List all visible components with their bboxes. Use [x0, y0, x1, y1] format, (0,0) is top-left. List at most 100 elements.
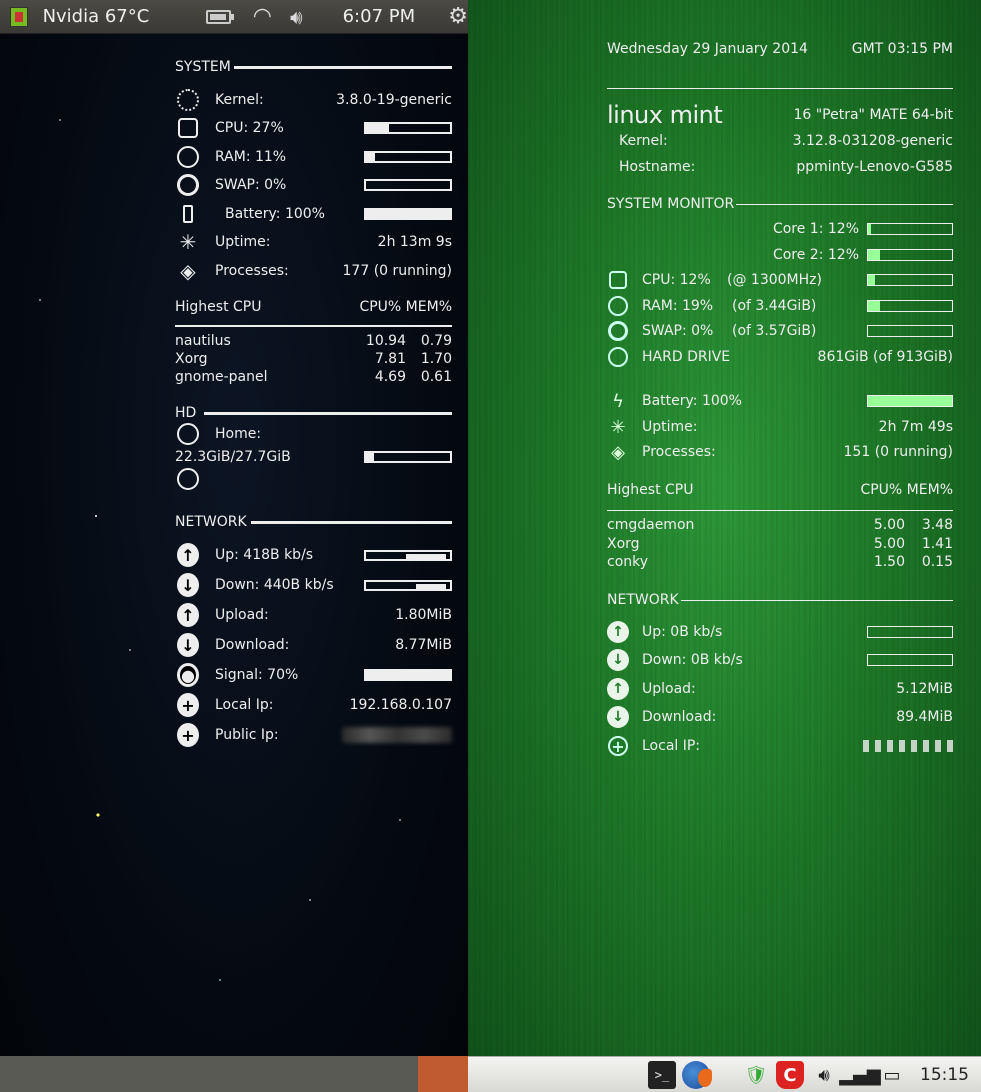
uptime-label: Uptime: [215, 234, 271, 250]
network-heading: NETWORK [175, 514, 247, 530]
swap-label: SWAP: 0% [642, 323, 714, 339]
cpu-label: CPU: 12% [642, 272, 711, 288]
sysmon-section-header: SYSTEM MONITOR [607, 195, 953, 213]
workspace-switcher[interactable] [418, 1056, 468, 1092]
ubuntu-top-panel: Nvidia 67°C ◠ 🔊︎ 6:07 PM ⚙ [0, 0, 468, 34]
process-mem: 0.15 [921, 554, 953, 570]
firefox-icon[interactable] [682, 1061, 712, 1089]
battery-bar [364, 208, 452, 220]
battery-label: Battery: 100% [642, 393, 742, 409]
processes-value: 151 (0 running) [843, 444, 953, 460]
gear-icon[interactable]: ⚙ [448, 4, 468, 29]
swap-icon [607, 320, 629, 342]
home-label: Home: [215, 426, 262, 442]
download-value: 89.4MiB [896, 709, 953, 725]
disk-icon [177, 423, 199, 445]
process-cpu: 4.69 [374, 369, 406, 385]
mint-bottom-panel: >_ 🛡︎ C 🔊︎ ▂▄▆ ▭ 15:15 [468, 1056, 981, 1092]
up-label: Up: 418B kb/s [215, 547, 314, 563]
cpu-row: CPU: 12% (@ 1300MHz) [607, 269, 953, 291]
ram-icon [177, 146, 199, 168]
localip-value: 192.168.0.107 [349, 697, 452, 713]
highest-cpu-header: Highest CPU CPU% MEM% [607, 479, 953, 501]
divider [607, 510, 953, 511]
processes-row: ◈ Processes: 177 (0 running) [175, 259, 452, 283]
upspeed-graph [867, 626, 953, 638]
system-heading: SYSTEM [175, 59, 231, 75]
cpu-icon [177, 117, 199, 139]
wifi-icon[interactable]: ◠ [253, 4, 272, 29]
process-name: nautilus [175, 333, 231, 349]
release: 16 "Petra" MATE 64-bit [793, 107, 953, 123]
upload-value: 5.12MiB [896, 681, 953, 697]
arrow-up-icon: ↑ [607, 621, 629, 643]
battery-icon [177, 203, 199, 225]
up-label: Up: 0B kb/s [642, 624, 723, 640]
home-row: Home: [175, 423, 452, 445]
clock[interactable]: 6:07 PM [343, 6, 429, 27]
processes-icon: ◈ [611, 441, 625, 463]
volume-icon[interactable]: 🔊︎ [810, 1061, 838, 1089]
hdd-label: HARD DRIVE [642, 349, 731, 365]
process-mem: 3.48 [921, 517, 953, 533]
core2-row: Core 2: 12% [607, 244, 953, 266]
processes-row: ◈ Processes: 151 (0 running) [607, 441, 953, 463]
disk2-row [175, 468, 452, 490]
download-row: ↓ Download: 89.4MiB [607, 706, 953, 728]
kernel-row: Kernel: 3.12.8-031208-generic [607, 130, 953, 152]
shield-icon[interactable]: 🛡︎ [742, 1061, 770, 1089]
process-mem: 1.41 [921, 536, 953, 552]
battery-row: Battery: 100% [175, 203, 452, 225]
volume-icon[interactable]: 🔊︎ [290, 5, 303, 29]
process-name: Xorg [175, 351, 208, 367]
upspeed-graph [364, 549, 452, 561]
ubuntu-icon [177, 89, 199, 111]
publicip-row: + Public Ip: [175, 723, 452, 747]
clock[interactable]: 15:15 [920, 1065, 969, 1085]
core2-bar [867, 249, 953, 261]
down-label: Down: 0B kb/s [642, 652, 743, 668]
core1-row: Core 1: 12% [607, 218, 953, 240]
sysmon-heading: SYSTEM MONITOR [607, 196, 735, 212]
arrow-down-icon: ↓ [607, 649, 629, 671]
hd-heading: HD [175, 405, 197, 421]
plus-icon: + [607, 735, 629, 757]
kernel-row: Kernel: 3.8.0-19-generic [175, 89, 452, 111]
uptime-row: ✳ Uptime: 2h 13m 9s [175, 230, 452, 254]
battery-icon[interactable] [205, 9, 234, 24]
highest-cpu-columns: CPU% MEM% [860, 482, 953, 498]
localip-label: Local IP: [642, 738, 701, 754]
signal-icon[interactable]: ▂▄▆ [839, 1061, 881, 1089]
signal-label: Signal: 70% [215, 667, 299, 683]
download-value: 8.77MiB [395, 637, 452, 653]
cpu-bar [867, 274, 953, 286]
localip-row: + Local Ip: 192.168.0.107 [175, 693, 452, 717]
datetime-row: Wednesday 29 January 2014 GMT 03:15 PM [607, 38, 953, 60]
terminal-icon[interactable]: >_ [648, 1061, 676, 1089]
upload-label: Upload: [215, 607, 269, 623]
cpu-row: CPU: 27% [175, 117, 452, 139]
ram-bar [867, 300, 953, 312]
signal-icon: ● [177, 663, 199, 687]
uptime-label: Uptime: [642, 419, 698, 435]
gpu-temp-label[interactable]: Nvidia 67°C [43, 6, 176, 27]
ubuntu-desktop: Nvidia 67°C ◠ 🔊︎ 6:07 PM ⚙ SYSTEM Kernel… [0, 0, 468, 1092]
download-icon: ↓ [177, 633, 199, 657]
battery-icon[interactable]: ▭ [878, 1061, 906, 1089]
localip-row: + Local IP: [607, 735, 953, 757]
swap-row: SWAP: 0% (of 3.57GiB) [607, 320, 953, 342]
hostname-label: Hostname: [619, 159, 696, 175]
ubuntu-bottom-panel [0, 1056, 468, 1092]
ram-bar [364, 151, 452, 163]
uptime-icon: ✳ [179, 230, 197, 254]
swap-bar [867, 325, 953, 337]
cpu-icon [607, 269, 629, 291]
process-name: cmgdaemon [607, 517, 695, 533]
down-row: ↓ Down: 440B kb/s [175, 573, 452, 597]
localip-label: Local Ip: [215, 697, 274, 713]
nvidia-icon[interactable] [6, 4, 35, 30]
hd-section-header: HD [175, 405, 452, 421]
processes-label: Processes: [215, 263, 289, 279]
signal-bar [364, 669, 452, 681]
comodo-icon[interactable]: C [776, 1061, 804, 1089]
